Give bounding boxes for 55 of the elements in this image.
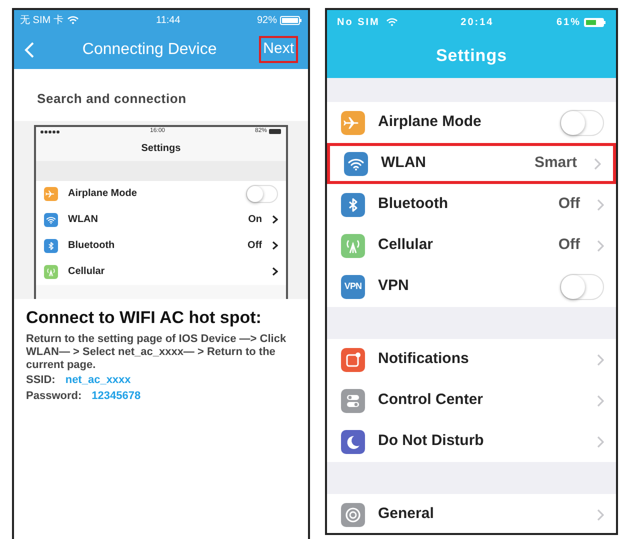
toggle-switch[interactable] <box>246 184 278 202</box>
chevron-icon <box>597 240 604 252</box>
field-value: 12345678 <box>92 389 141 404</box>
settings-row[interactable]: Cellular <box>36 258 286 284</box>
screen-title: Settings <box>140 142 182 156</box>
chevron-icon <box>597 354 604 366</box>
battery-icon <box>269 129 282 134</box>
settings-row[interactable]: WLAN Smart <box>327 143 616 184</box>
field-label: SSID: <box>26 372 56 388</box>
value-text: Off <box>558 235 580 256</box>
settings-row[interactable]: General <box>327 494 616 533</box>
screen-title: Settings <box>434 45 508 68</box>
clock-time: 20:14 <box>460 16 494 30</box>
chevron-icon <box>597 394 604 406</box>
back-icon <box>24 40 35 58</box>
chevron-icon <box>272 267 278 276</box>
battery-percent: 61% <box>556 16 581 30</box>
toggle-switch[interactable] <box>560 274 604 300</box>
settings-row[interactable]: Bluetooth Off <box>327 184 616 225</box>
value-text: Off <box>248 239 262 253</box>
settings-row[interactable]: Bluetooth Off <box>36 232 286 258</box>
field-label: Password: <box>26 389 82 404</box>
settings-row[interactable]: Airplane Mode <box>327 102 616 143</box>
carrier-label: 无 SIM 卡 <box>20 14 64 28</box>
value-text: On <box>248 213 262 227</box>
clock-time: 11:44 <box>156 14 180 28</box>
screen-title: Connecting Device <box>82 40 217 60</box>
chevron-icon <box>594 158 601 170</box>
chevron-icon <box>272 241 278 250</box>
toggle-switch[interactable] <box>560 110 604 136</box>
section-heading: Search and connection <box>36 90 188 108</box>
chevron-icon <box>597 198 604 210</box>
settings-row[interactable]: Do Not Disturb <box>327 421 616 462</box>
carrier-label: No SIM <box>337 16 380 30</box>
instruction-heading: Connect to WIFI AC hot spot: <box>26 306 262 328</box>
vpn-icon: VPN <box>341 274 365 298</box>
instruction-text: Return to the setting page of IOS Device —> Click WLAN— > Select net_ac_xxxx— > Return to the current page. <box>26 332 288 372</box>
field-value: net_ac_xxxx <box>65 372 131 388</box>
settings-row[interactable]: WLAN On <box>36 206 286 232</box>
settings-row[interactable]: VPN VPN <box>327 266 616 307</box>
chevron-icon <box>597 436 604 448</box>
chevron-icon <box>597 508 604 520</box>
wifi-icon <box>67 15 80 25</box>
battery-icon <box>280 16 302 24</box>
settings-row[interactable]: Control Center <box>327 380 616 421</box>
value-text: Smart <box>534 153 577 174</box>
value-text: Off <box>558 194 580 214</box>
signal-icon <box>40 130 60 134</box>
chevron-icon <box>272 215 278 224</box>
settings-row[interactable]: Cellular Off <box>327 225 616 266</box>
settings-row[interactable]: Airplane Mode <box>36 180 286 206</box>
battery-icon <box>584 18 606 26</box>
battery-percent: 92% <box>256 14 277 28</box>
wifi-icon <box>386 17 398 27</box>
settings-row[interactable]: Notifications <box>327 339 616 380</box>
